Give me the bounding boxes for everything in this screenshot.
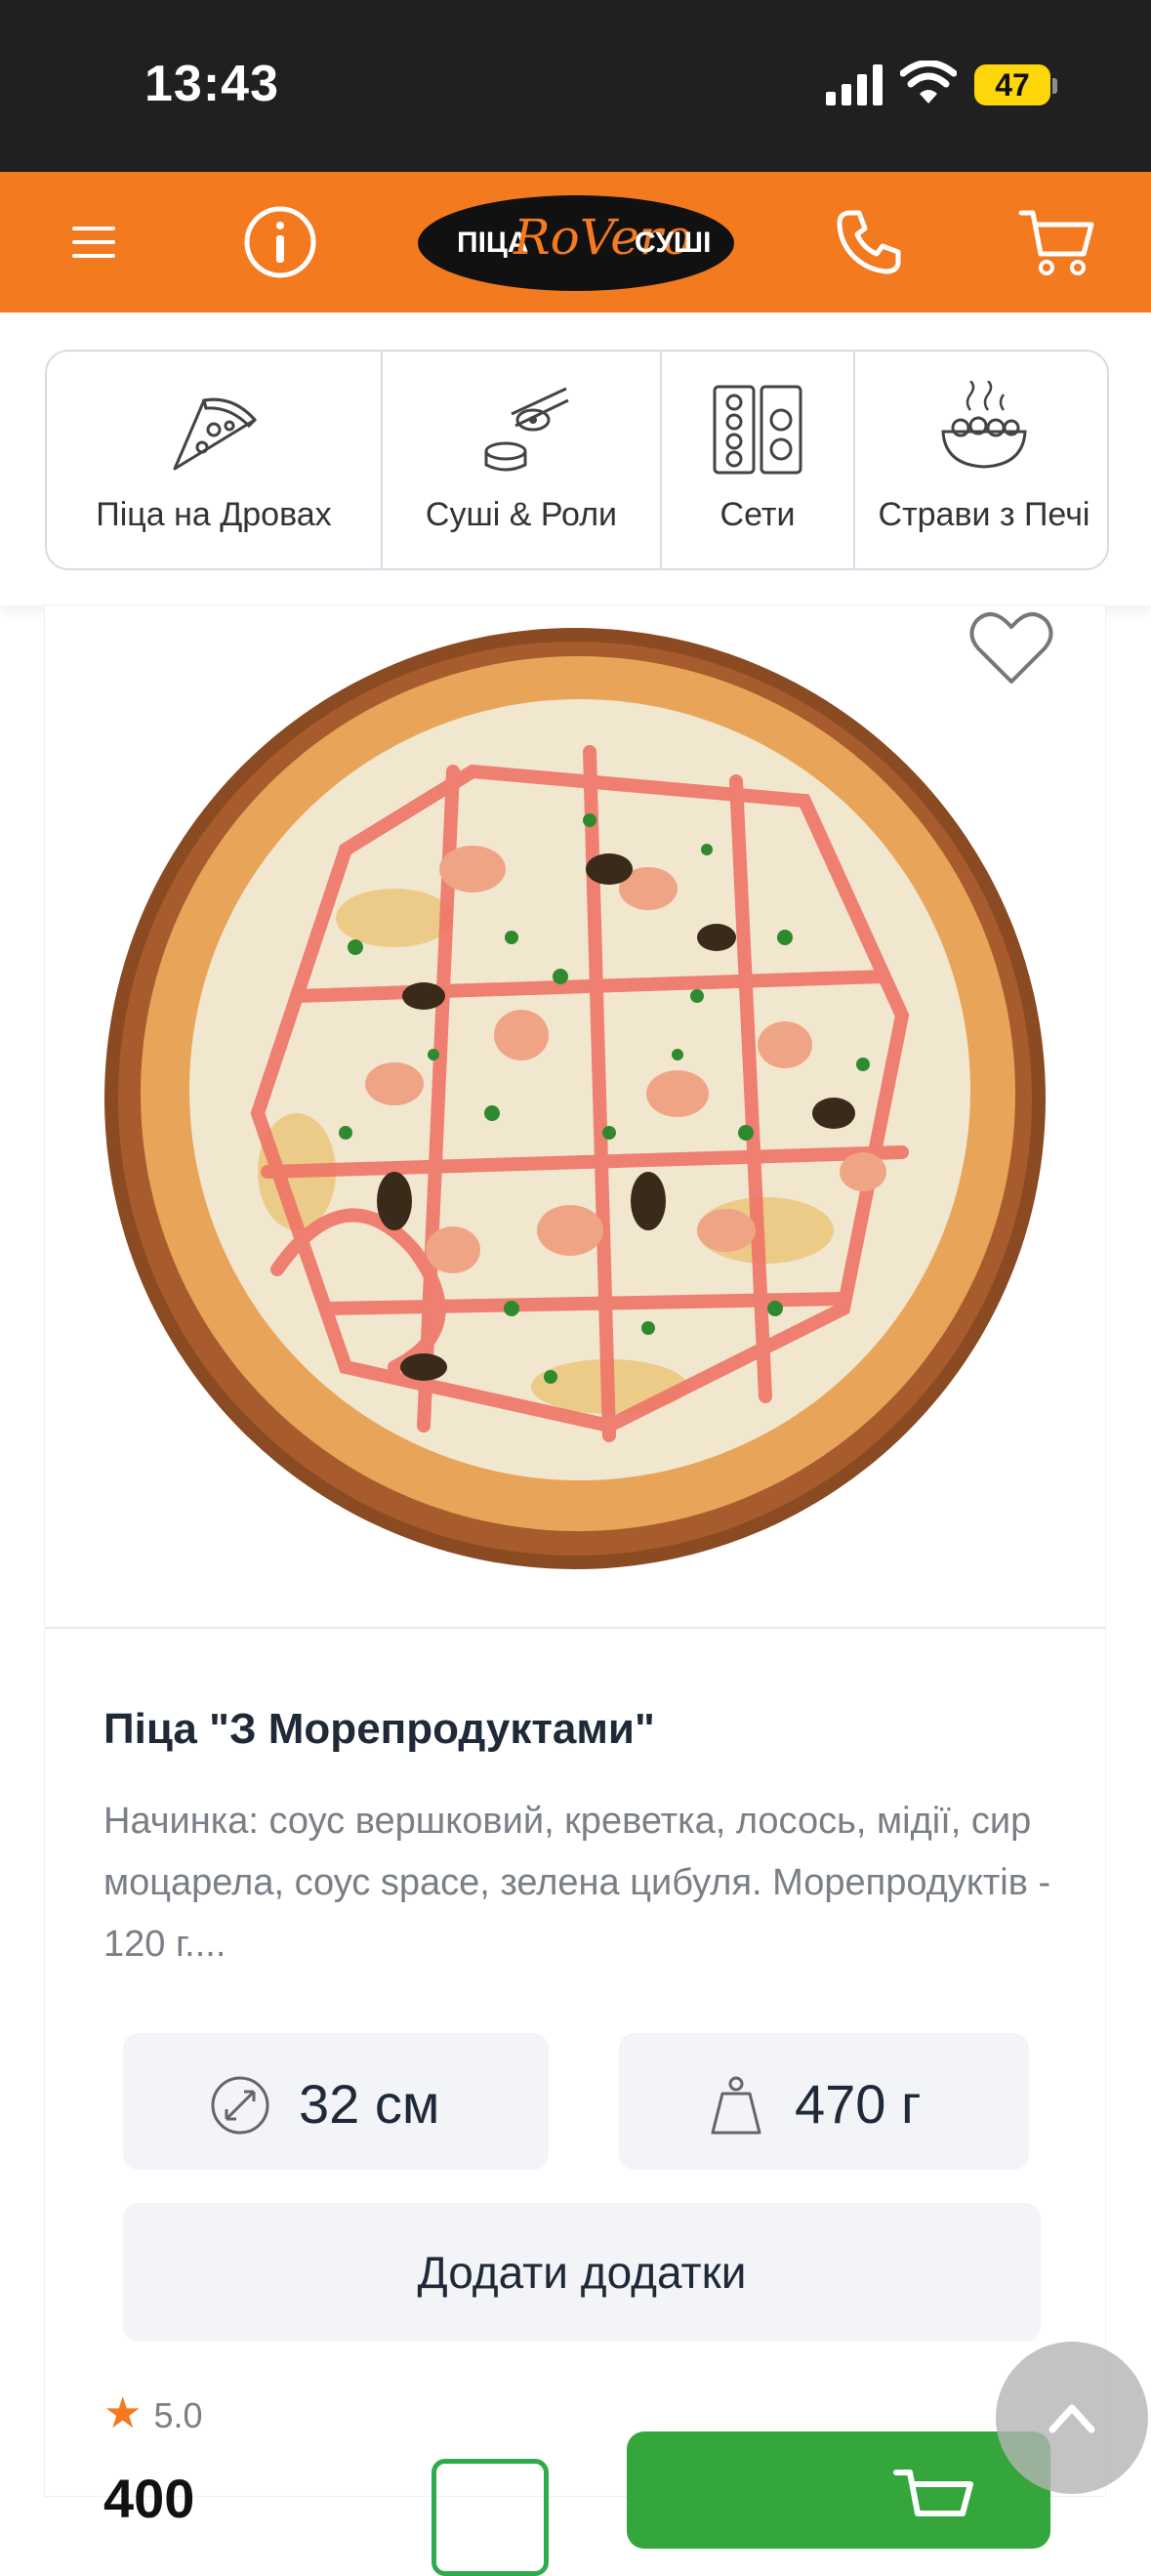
weight-chip: 470 г — [619, 2033, 1029, 2170]
product-card: Піца "З Морепродуктами" Начинка: соус ве… — [45, 605, 1105, 2576]
price: 400 — [103, 2468, 195, 2529]
weight-value: 470 г — [795, 2073, 922, 2135]
bowl-icon — [941, 381, 1027, 469]
brand-logo[interactable]: ПІЦА RoVero СУШІ — [418, 195, 734, 291]
battery-cap — [1052, 78, 1057, 94]
status-time: 13:43 — [144, 56, 279, 112]
sushi-icon — [484, 387, 569, 472]
category-pizza[interactable]: Піца на Дровах — [47, 352, 383, 568]
chevron-up-icon — [1048, 2404, 1095, 2433]
star-icon: ★ — [103, 2389, 143, 2437]
diameter-icon — [211, 2076, 269, 2135]
cellular-signal-icon — [826, 64, 883, 105]
category-bar-wrapper: Піца на Дровах Суші & Роли Сети Страви з… — [0, 312, 1151, 605]
add-to-cart-button[interactable] — [627, 2431, 1050, 2549]
battery-indicator: 47 — [974, 64, 1050, 105]
quantity-box[interactable] — [432, 2459, 549, 2576]
category-sushi-rolls[interactable]: Суші & Роли — [383, 352, 662, 568]
weight-icon — [711, 2076, 761, 2135]
logo-right-text: СУШІ — [635, 227, 712, 259]
info-icon[interactable] — [239, 201, 321, 283]
rating-value: 5.0 — [153, 2395, 203, 2435]
product-description: Начинка: соус вершковий, креветка, лосос… — [103, 1801, 1051, 1965]
category-oven-dishes[interactable]: Страви з Печі — [855, 352, 1107, 568]
size-chip: 32 см — [123, 2033, 549, 2170]
category-label: Піца на Дровах — [96, 496, 332, 533]
favorite-heart-icon[interactable] — [963, 605, 1060, 687]
pizza-slice-icon — [173, 397, 258, 471]
card-divider — [45, 1627, 1105, 1629]
hamburger-menu-icon[interactable] — [53, 201, 135, 283]
sushi-set-icon — [713, 385, 802, 475]
status-bar: 13:43 47 — [0, 0, 1151, 172]
category-label: Суші & Роли — [425, 496, 618, 533]
size-value: 32 см — [299, 2073, 440, 2135]
category-sets[interactable]: Сети — [662, 352, 855, 568]
cart-icon[interactable] — [1015, 201, 1097, 283]
wifi-icon — [900, 61, 957, 104]
add-extras-button[interactable]: Додати додатки — [123, 2203, 1041, 2342]
app-header: ПІЦА RoVero СУШІ — [0, 172, 1151, 312]
pizza-image[interactable] — [102, 625, 1048, 1572]
rating: ★ 5.0 — [103, 2389, 203, 2438]
product-title[interactable]: Піца "З Морепродуктами" — [103, 1705, 655, 1754]
scroll-to-top-button[interactable] — [996, 2342, 1148, 2494]
category-bar: Піца на Дровах Суші & Роли Сети Страви з… — [45, 350, 1109, 570]
cart-icon — [893, 2470, 973, 2516]
category-label: Сети — [719, 496, 796, 533]
category-label: Страви з Печі — [878, 496, 1090, 533]
phone-icon[interactable] — [828, 201, 910, 283]
